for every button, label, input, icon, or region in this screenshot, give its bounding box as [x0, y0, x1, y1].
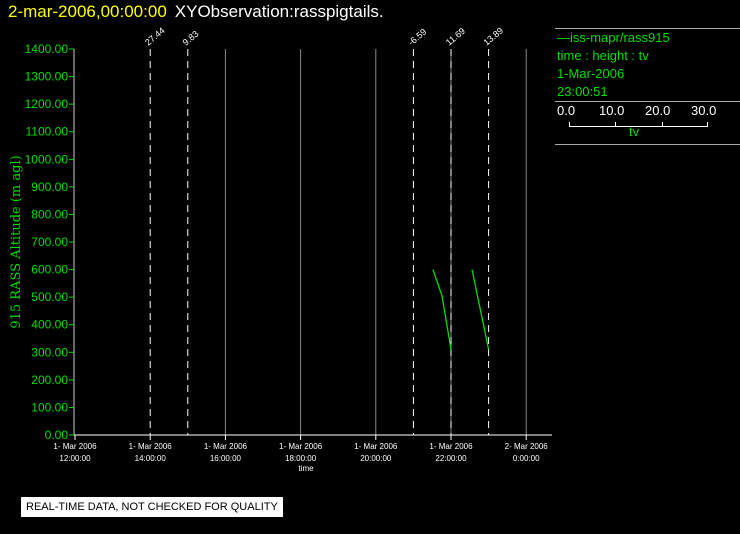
- y-tick-label: 1200.00: [25, 97, 69, 111]
- x-tick-label: 22:00:00: [435, 454, 467, 463]
- y-tick-label: 1300.00: [25, 70, 69, 84]
- y-tick-label: 0.00: [45, 428, 69, 442]
- x-tick-label: 20:00:00: [360, 454, 392, 463]
- y-tick-label: 400.00: [31, 318, 68, 332]
- x-tick-label: 2- Mar 2006: [505, 442, 549, 451]
- y-axis-label: 915 RASS Altitude (m agl): [9, 155, 24, 328]
- x-tick-label: 1- Mar 2006: [354, 442, 398, 451]
- chart-plot: 27.44 9.83 -6.59 11.69 13.89 0.00 100.00 200.00…: [9, 25, 552, 473]
- y-tick-label: 200.00: [31, 373, 68, 387]
- y-tick-label: 600.00: [31, 263, 68, 277]
- marker-label: 11.69: [444, 26, 467, 48]
- y-tick-label: 1000.00: [25, 152, 69, 166]
- marker-label: -6.59: [406, 27, 428, 48]
- y-tick-label: 1100.00: [26, 125, 69, 139]
- x-tick-label: 16:00:00: [210, 454, 242, 463]
- x-tick-label: 14:00:00: [135, 454, 167, 463]
- y-tick-label: 500.00: [31, 290, 68, 304]
- y-tick-label: 800.00: [31, 207, 68, 221]
- x-tick-label: 12:00:00: [59, 454, 91, 463]
- marker-label: 9.83: [181, 29, 201, 48]
- y-tick-label: 900.00: [31, 180, 68, 194]
- x-tick-label: 0:00:00: [513, 454, 540, 463]
- quality-note: REAL-TIME DATA, NOT CHECKED FOR QUALITY: [20, 496, 284, 518]
- y-tick-label: 300.00: [31, 345, 68, 359]
- x-tick-label: 18:00:00: [285, 454, 317, 463]
- marker-label: 27.44: [143, 25, 167, 47]
- x-tick-label: 1- Mar 2006: [129, 442, 173, 451]
- x-tick-label: 1- Mar 2006: [53, 442, 97, 451]
- x-axis-label: time: [298, 464, 314, 473]
- x-tick-label: 1- Mar 2006: [279, 442, 323, 451]
- marker-label: 13.89: [481, 25, 505, 47]
- x-tick-label: 1- Mar 2006: [204, 442, 248, 451]
- y-tick-label: 100.00: [31, 400, 68, 414]
- profile-line: [432, 269, 452, 350]
- x-tick-label: 1- Mar 2006: [429, 442, 473, 451]
- y-tick-label: 1400.00: [25, 42, 69, 56]
- profile-line: [471, 269, 490, 350]
- y-tick-label: 700.00: [31, 235, 68, 249]
